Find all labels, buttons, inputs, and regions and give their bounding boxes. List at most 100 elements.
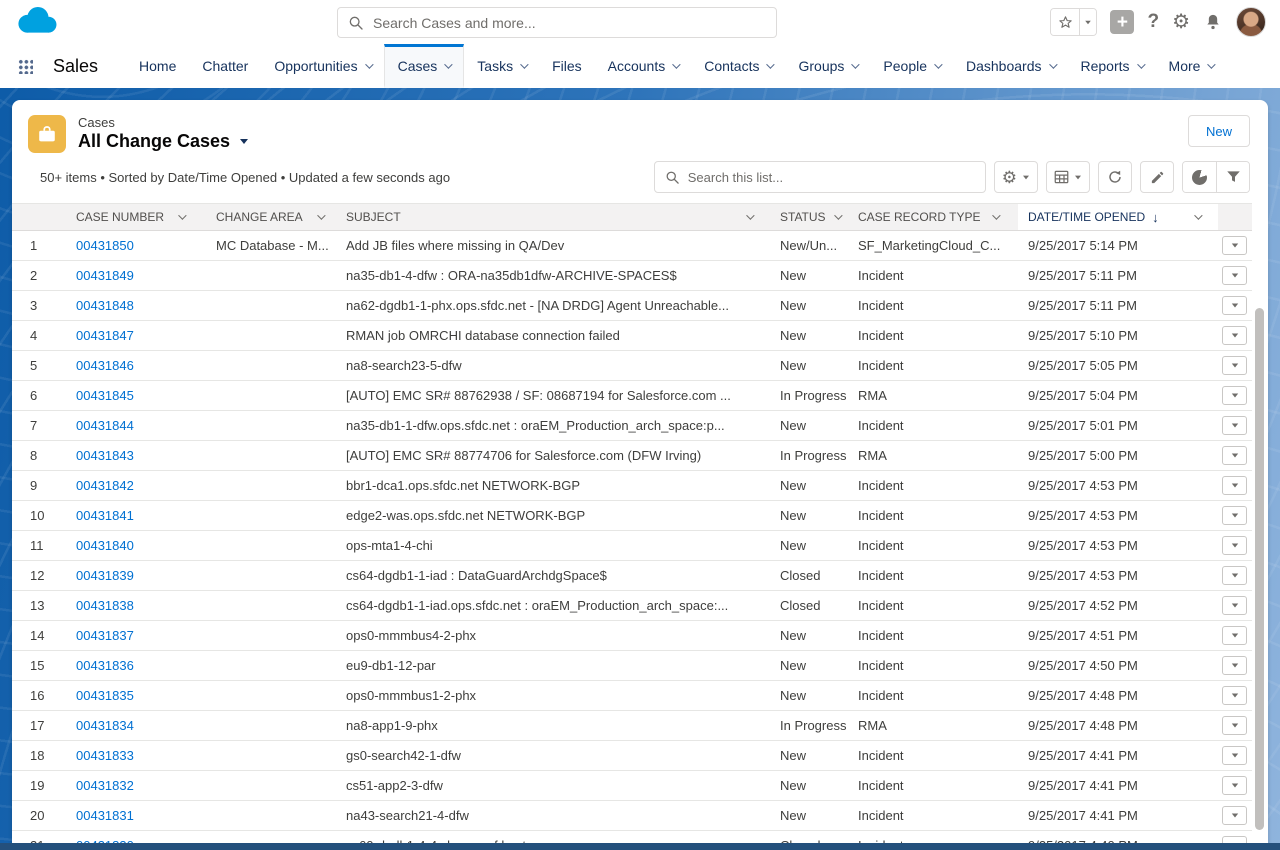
case-number-link[interactable]: 00431847	[76, 328, 134, 343]
nav-tab-cases[interactable]: Cases	[384, 44, 465, 88]
cell-date-time-opened: 9/25/2017 4:41 PM	[1018, 771, 1218, 800]
nav-tab-files[interactable]: Files	[539, 44, 595, 88]
list-settings-button[interactable]: ⚙	[994, 161, 1038, 193]
nav-tab-label: Cases	[398, 58, 438, 74]
case-number-link[interactable]: 00431833	[76, 748, 134, 763]
nav-tab-groups[interactable]: Groups	[785, 44, 870, 88]
nav-tab-label: More	[1169, 58, 1201, 74]
nav-tab-more[interactable]: More	[1156, 44, 1227, 88]
case-number-link[interactable]: 00431844	[76, 418, 134, 433]
nav-tab-reports[interactable]: Reports	[1068, 44, 1156, 88]
row-actions-button[interactable]	[1222, 596, 1247, 615]
row-actions-button[interactable]	[1222, 746, 1247, 765]
caret-down-icon	[1231, 754, 1237, 758]
filters-button[interactable]	[1216, 162, 1249, 192]
chevron-down-icon	[852, 60, 860, 68]
nav-tab-tasks[interactable]: Tasks	[464, 44, 539, 88]
nav-tab-people[interactable]: People	[870, 44, 953, 88]
case-number-link[interactable]: 00431831	[76, 808, 134, 823]
favorites-menu-button[interactable]	[1079, 9, 1096, 35]
row-actions-button[interactable]	[1222, 536, 1247, 555]
charts-button[interactable]	[1183, 162, 1216, 192]
list-view-titles: Cases All Change Cases	[78, 115, 248, 152]
global-search[interactable]	[337, 7, 777, 38]
case-number-link[interactable]: 00431848	[76, 298, 134, 313]
case-number-link[interactable]: 00431834	[76, 718, 134, 733]
nav-tab-dashboards[interactable]: Dashboards	[953, 44, 1068, 88]
scrollbar-thumb[interactable]	[1255, 308, 1264, 830]
case-number-link[interactable]: 00431839	[76, 568, 134, 583]
row-actions-button[interactable]	[1222, 416, 1247, 435]
row-actions-button[interactable]	[1222, 386, 1247, 405]
edit-pencil-button[interactable]	[1140, 161, 1174, 193]
case-number-link[interactable]: 00431832	[76, 778, 134, 793]
cell-change-area	[206, 531, 336, 560]
cell-status: In Progress	[770, 381, 848, 410]
column-case-record-type[interactable]: CASE RECORD TYPE	[848, 204, 1018, 230]
notifications-bell-button[interactable]	[1203, 12, 1223, 32]
display-as-button[interactable]	[1046, 161, 1090, 193]
nav-tab-opportunities[interactable]: Opportunities	[261, 44, 383, 88]
nav-tab-accounts[interactable]: Accounts	[595, 44, 692, 88]
nav-tab-home[interactable]: Home	[126, 44, 189, 88]
table-row: 2 00431849 na35-db1-4-dfw : ORA-na35db1d…	[12, 261, 1252, 291]
nav-tab-contacts[interactable]: Contacts	[691, 44, 785, 88]
case-number-link[interactable]: 00431835	[76, 688, 134, 703]
row-actions-button[interactable]	[1222, 716, 1247, 735]
case-number-link[interactable]: 00431842	[76, 478, 134, 493]
case-number-link[interactable]: 00431840	[76, 538, 134, 553]
case-number-link[interactable]: 00431846	[76, 358, 134, 373]
column-date-time-opened[interactable]: DATE/TIME OPENED ↓	[1018, 204, 1218, 230]
row-actions-button[interactable]	[1222, 776, 1247, 795]
case-number-link[interactable]: 00431838	[76, 598, 134, 613]
row-actions-button[interactable]	[1222, 686, 1247, 705]
table-scrollbar[interactable]	[1255, 306, 1265, 850]
case-number-link[interactable]: 00431837	[76, 628, 134, 643]
case-number-link[interactable]: 00431836	[76, 658, 134, 673]
row-actions-button[interactable]	[1222, 296, 1247, 315]
row-actions-button[interactable]	[1222, 506, 1247, 525]
row-actions-button[interactable]	[1222, 656, 1247, 675]
cell-subject: na35-db1-4-dfw : ORA-na35db1dfw-ARCHIVE-…	[336, 261, 770, 290]
column-change-area[interactable]: CHANGE AREA	[206, 204, 336, 230]
favorites-button-group	[1050, 8, 1097, 36]
global-search-input[interactable]	[373, 15, 766, 31]
new-case-button[interactable]: New	[1188, 115, 1250, 147]
cell-case-record-type: Incident	[848, 621, 1018, 650]
row-actions-button[interactable]	[1222, 356, 1247, 375]
row-actions-button[interactable]	[1222, 446, 1247, 465]
favorites-star-button[interactable]	[1051, 9, 1079, 35]
app-launcher-button[interactable]	[14, 44, 43, 88]
nav-tab-chatter[interactable]: Chatter	[189, 44, 261, 88]
cell-date-time-opened: 9/25/2017 4:41 PM	[1018, 801, 1218, 830]
case-number-link[interactable]: 00431841	[76, 508, 134, 523]
global-actions-button[interactable]: +	[1110, 10, 1134, 34]
case-number-link[interactable]: 00431850	[76, 238, 134, 253]
row-actions-button[interactable]	[1222, 266, 1247, 285]
column-case-number[interactable]: CASE NUMBER	[66, 204, 206, 230]
row-actions-button[interactable]	[1222, 626, 1247, 645]
help-button[interactable]: ?	[1147, 11, 1159, 33]
list-search[interactable]	[654, 161, 986, 193]
cell-case-record-type: Incident	[848, 531, 1018, 560]
row-actions-button[interactable]	[1222, 236, 1247, 255]
row-actions-button[interactable]	[1222, 566, 1247, 585]
cell-date-time-opened: 9/25/2017 5:14 PM	[1018, 231, 1218, 260]
case-number-link[interactable]: 00431843	[76, 448, 134, 463]
column-status[interactable]: STATUS	[770, 204, 848, 230]
column-label: DATE/TIME OPENED	[1028, 210, 1145, 224]
row-actions-button[interactable]	[1222, 326, 1247, 345]
list-view-selector[interactable]: All Change Cases	[78, 131, 248, 152]
column-subject[interactable]: SUBJECT	[336, 204, 770, 230]
case-number-link[interactable]: 00431845	[76, 388, 134, 403]
row-actions-button[interactable]	[1222, 476, 1247, 495]
user-avatar[interactable]	[1236, 7, 1266, 37]
cell-change-area	[206, 771, 336, 800]
row-number: 9	[12, 471, 66, 500]
refresh-icon	[1107, 169, 1123, 185]
case-number-link[interactable]: 00431849	[76, 268, 134, 283]
list-search-input[interactable]	[688, 170, 975, 185]
refresh-button[interactable]	[1098, 161, 1132, 193]
setup-gear-button[interactable]: ⚙	[1172, 12, 1190, 32]
row-actions-button[interactable]	[1222, 806, 1247, 825]
